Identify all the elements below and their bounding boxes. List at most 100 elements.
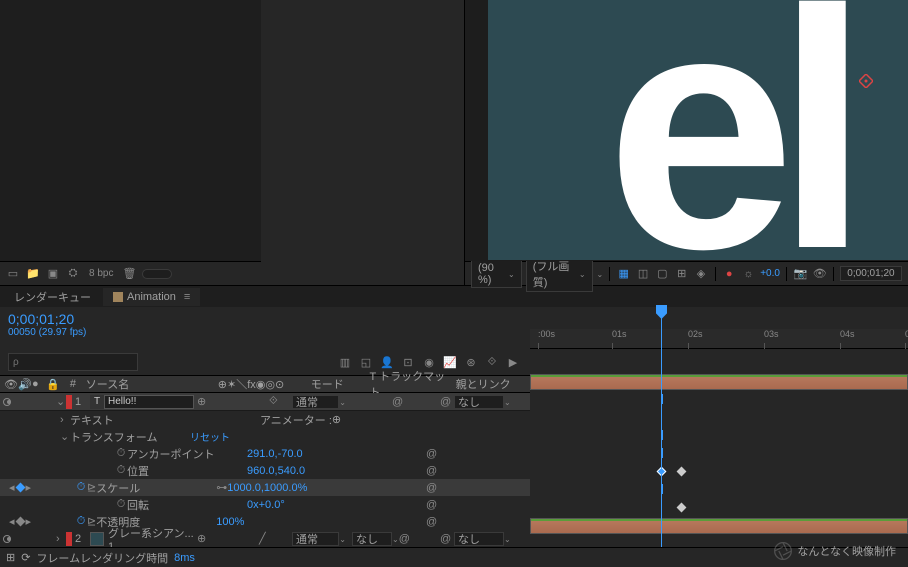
keyframe-icon[interactable]: [677, 503, 687, 513]
tab-composition[interactable]: Animation ≡: [103, 288, 200, 306]
project-search-pill[interactable]: [142, 269, 172, 279]
toggle-switches-icon[interactable]: ⊞: [6, 551, 15, 564]
pickwhip-icon[interactable]: @: [392, 396, 406, 408]
keyframe-diamond-icon[interactable]: [15, 517, 25, 527]
reset-link[interactable]: リセット: [190, 429, 230, 444]
time-ruler[interactable]: :00s 01s 02s 03s 04s 05s: [530, 329, 908, 349]
zoom-dropdown[interactable]: (90 %): [471, 260, 522, 288]
col-solo[interactable]: ●: [28, 378, 42, 390]
exposure-icon[interactable]: ☼: [741, 266, 756, 282]
frame-render-icon[interactable]: ⟳: [21, 551, 30, 564]
interpret-footage-icon[interactable]: ▭: [6, 267, 20, 281]
shy-switch-icon[interactable]: ⊕: [197, 395, 209, 408]
layer-row[interactable]: › 2 グレー系シアン... 1 ⊕╱ 通常 なし@ @なし: [0, 530, 530, 548]
stopwatch-icon[interactable]: ⏱: [75, 482, 87, 494]
col-lock[interactable]: 🔒: [42, 378, 56, 391]
new-comp-icon[interactable]: ▣: [46, 267, 60, 281]
comp-current-time[interactable]: 0;00;01;20: [840, 266, 902, 281]
layer-row[interactable]: ⌄ 1 T ⊕⟐ 通常 @ @なし: [0, 393, 530, 411]
eye-icon[interactable]: [3, 535, 11, 543]
exposure-value[interactable]: +0.0: [760, 268, 780, 279]
col-num[interactable]: #: [64, 378, 82, 390]
keyframe-icon[interactable]: [677, 467, 687, 477]
twirl-icon[interactable]: ⌄: [56, 395, 66, 408]
anchor-point-marker[interactable]: [859, 74, 873, 88]
prop-scale-value[interactable]: 1000.0,1000.0%: [227, 482, 307, 494]
layer-name-input[interactable]: [104, 395, 194, 409]
blend-mode-dropdown[interactable]: 通常: [292, 532, 339, 546]
prop-rotation[interactable]: 回転: [127, 497, 247, 513]
keyframe-diamond-icon[interactable]: [15, 483, 25, 493]
eye-icon[interactable]: [3, 398, 11, 406]
expression-pickwhip-icon[interactable]: @: [426, 499, 440, 511]
prop-group-transform[interactable]: トランスフォーム: [70, 429, 190, 445]
pickwhip-icon[interactable]: @: [399, 533, 413, 545]
project-bin[interactable]: [0, 0, 261, 261]
stopwatch-icon[interactable]: ⏱: [115, 499, 127, 511]
transparency-grid-icon[interactable]: ▦: [616, 266, 631, 282]
twirl-icon[interactable]: ›: [56, 533, 66, 545]
pickwhip-icon[interactable]: @: [440, 533, 454, 545]
composition-viewer[interactable]: el: [465, 0, 908, 261]
twirl-icon[interactable]: ›: [60, 414, 70, 426]
current-timecode[interactable]: 0;00;01;20: [8, 311, 522, 327]
show-snapshot-icon[interactable]: 👁: [812, 266, 827, 282]
pickwhip-icon[interactable]: @: [440, 396, 454, 408]
layer-bar[interactable]: [530, 518, 908, 534]
expression-pickwhip-icon[interactable]: @: [426, 448, 440, 460]
stopwatch-icon[interactable]: ⏱: [115, 465, 127, 477]
parent-dropdown[interactable]: なし: [454, 395, 504, 409]
col-mode[interactable]: モード: [307, 376, 366, 392]
prop-opacity-value[interactable]: 100%: [216, 516, 244, 528]
layer-bar[interactable]: [530, 374, 908, 390]
collapse-icon[interactable]: ⟐: [269, 395, 281, 408]
col-parent[interactable]: 親とリンク: [452, 376, 530, 392]
layer-search-input[interactable]: [8, 353, 138, 371]
twirl-icon[interactable]: ⌄: [60, 430, 70, 443]
prop-anchor-value[interactable]: 291.0,-70.0: [247, 448, 303, 460]
prop-anchor[interactable]: アンカーポイント: [127, 446, 247, 462]
col-visibility[interactable]: 👁: [0, 378, 14, 391]
trash-icon[interactable]: 🗑: [122, 267, 136, 281]
guides-icon[interactable]: ◈: [693, 266, 708, 282]
blend-mode-dropdown[interactable]: 通常: [292, 395, 339, 409]
expression-pickwhip-icon[interactable]: @: [426, 465, 440, 477]
prop-scale[interactable]: スケール: [96, 480, 216, 496]
col-switches[interactable]: ⊕✶＼fx◉◎⊙: [214, 376, 307, 392]
brain-icon[interactable]: ⊛: [462, 354, 480, 370]
track-area[interactable]: [530, 351, 908, 535]
animator-label[interactable]: アニメーター :: [260, 412, 332, 428]
bpc-label[interactable]: 8 bpc: [86, 268, 116, 279]
prop-position[interactable]: 位置: [127, 463, 247, 479]
keyframe-nav[interactable]: ◂▸: [0, 515, 40, 528]
tab-menu-icon[interactable]: ≡: [184, 291, 190, 303]
prop-rotation-value[interactable]: 0x+0.0°: [247, 499, 285, 511]
keyframe-nav[interactable]: ◂▸: [0, 481, 40, 494]
prop-group-text[interactable]: テキスト: [70, 412, 190, 428]
safe-margins-icon[interactable]: ▢: [655, 266, 670, 282]
add-animator-icon[interactable]: ⊕: [332, 413, 341, 426]
trkmat-dropdown[interactable]: なし: [352, 532, 392, 546]
mask-toggle-icon[interactable]: ◫: [635, 266, 650, 282]
render-icon[interactable]: ▶: [504, 354, 522, 370]
comp-flowchart-icon[interactable]: ▥: [336, 354, 354, 370]
channel-red-icon[interactable]: ●: [722, 266, 737, 282]
new-folder-icon[interactable]: 📁: [26, 267, 40, 281]
tab-render-queue[interactable]: レンダーキュー: [4, 286, 101, 308]
time-ruler-area[interactable]: :00s 01s 02s 03s 04s 05s: [530, 307, 908, 351]
grid-icon[interactable]: ⊞: [674, 266, 689, 282]
snapshot-icon[interactable]: 📷: [793, 266, 808, 282]
stopwatch-icon[interactable]: ⏱: [75, 516, 87, 528]
prop-position-value[interactable]: 960.0,540.0: [247, 465, 305, 477]
expression-pickwhip-icon[interactable]: @: [426, 516, 440, 528]
shy-switch-icon[interactable]: ⊕: [197, 532, 209, 545]
time-tick: 04s: [840, 329, 855, 339]
settings-icon[interactable]: ⛭: [66, 267, 80, 281]
col-source-name[interactable]: ソース名: [82, 376, 214, 392]
col-audio[interactable]: 🔊: [14, 378, 28, 391]
stopwatch-icon[interactable]: ⏱: [115, 448, 127, 460]
shy-icon[interactable]: ⟐: [483, 354, 501, 370]
parent-dropdown[interactable]: なし: [454, 532, 504, 546]
playhead[interactable]: [661, 307, 662, 547]
expression-pickwhip-icon[interactable]: @: [426, 482, 440, 494]
